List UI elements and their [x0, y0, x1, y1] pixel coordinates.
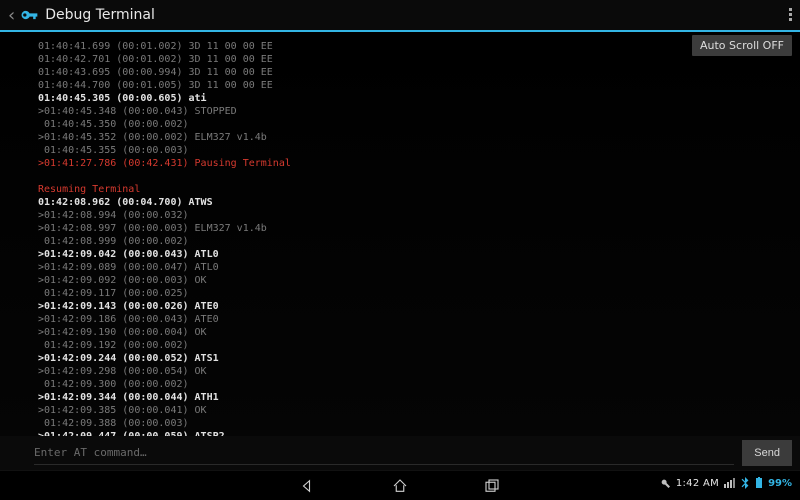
terminal-line: 01:42:08.962 (00:04.700) ATWS: [38, 196, 800, 209]
terminal-line: >01:42:09.244 (00:00.052) ATS1: [38, 352, 800, 365]
terminal-line: 01:40:45.305 (00:00.605) ati: [38, 92, 800, 105]
command-input-row: Send: [0, 436, 800, 470]
terminal-line: 01:42:09.192 (00:00.002): [38, 339, 800, 352]
terminal-area: Auto Scroll OFF 01:40:41.699 (00:01.002)…: [0, 32, 800, 436]
terminal-line: >01:42:09.092 (00:00.003) OK: [38, 274, 800, 287]
title-bar: ‹ Debug Terminal: [0, 0, 800, 32]
terminal-line: >01:40:45.348 (00:00.043) STOPPED: [38, 105, 800, 118]
terminal-line: Resuming Terminal: [38, 183, 800, 196]
terminal-line: 01:40:43.695 (00:00.994) 3D 11 00 00 EE: [38, 66, 800, 79]
key-icon: [19, 5, 39, 25]
terminal-output[interactable]: 01:40:41.699 (00:01.002) 3D 11 00 00 EE0…: [0, 32, 800, 436]
wrench-icon: [659, 477, 671, 489]
terminal-line: >01:42:09.447 (00:00.059) ATSP2: [38, 430, 800, 436]
terminal-line: >01:42:09.042 (00:00.043) ATL0: [38, 248, 800, 261]
autoscroll-toggle[interactable]: Auto Scroll OFF: [692, 35, 792, 56]
terminal-line: >01:40:45.352 (00:00.002) ELM327 v1.4b: [38, 131, 800, 144]
terminal-line: >01:42:08.997 (00:00.003) ELM327 v1.4b: [38, 222, 800, 235]
bluetooth-icon: [740, 477, 750, 489]
command-input[interactable]: [34, 441, 734, 465]
signal-icon: [724, 478, 735, 488]
battery-icon: [755, 477, 763, 489]
recent-apps-icon[interactable]: [481, 475, 503, 497]
terminal-line: 01:42:09.388 (00:00.003): [38, 417, 800, 430]
terminal-line: >01:41:27.786 (00:42.431) Pausing Termin…: [38, 157, 800, 170]
terminal-line: 01:40:45.350 (00:00.002): [38, 118, 800, 131]
system-nav-bar: 1:42 AM 99%: [0, 470, 800, 500]
terminal-line: >01:42:09.143 (00:00.026) ATE0: [38, 300, 800, 313]
status-tray: 1:42 AM 99%: [659, 477, 792, 489]
page-title: Debug Terminal: [45, 7, 155, 23]
terminal-line: >01:42:09.344 (00:00.044) ATH1: [38, 391, 800, 404]
send-button[interactable]: Send: [742, 440, 792, 466]
terminal-line: 01:42:09.300 (00:00.002): [38, 378, 800, 391]
terminal-line: 01:42:08.999 (00:00.002): [38, 235, 800, 248]
terminal-line: [38, 170, 800, 183]
terminal-line: 01:40:44.700 (00:01.005) 3D 11 00 00 EE: [38, 79, 800, 92]
terminal-line: 01:40:41.699 (00:01.002) 3D 11 00 00 EE: [38, 40, 800, 53]
terminal-line: >01:42:09.186 (00:00.043) ATE0: [38, 313, 800, 326]
back-chevron-icon[interactable]: ‹: [0, 5, 19, 26]
back-icon[interactable]: [297, 475, 319, 497]
terminal-line: >01:42:09.089 (00:00.047) ATL0: [38, 261, 800, 274]
terminal-line: 01:40:42.701 (00:01.002) 3D 11 00 00 EE: [38, 53, 800, 66]
overflow-menu-icon[interactable]: [789, 6, 792, 23]
status-clock: 1:42 AM: [676, 478, 719, 489]
battery-percent: 99%: [768, 478, 792, 489]
terminal-line: >01:42:09.190 (00:00.004) OK: [38, 326, 800, 339]
terminal-line: >01:42:09.385 (00:00.041) OK: [38, 404, 800, 417]
terminal-line: 01:40:45.355 (00:00.003): [38, 144, 800, 157]
home-icon[interactable]: [389, 475, 411, 497]
terminal-line: 01:42:09.117 (00:00.025): [38, 287, 800, 300]
terminal-line: >01:42:08.994 (00:00.032): [38, 209, 800, 222]
terminal-line: >01:42:09.298 (00:00.054) OK: [38, 365, 800, 378]
